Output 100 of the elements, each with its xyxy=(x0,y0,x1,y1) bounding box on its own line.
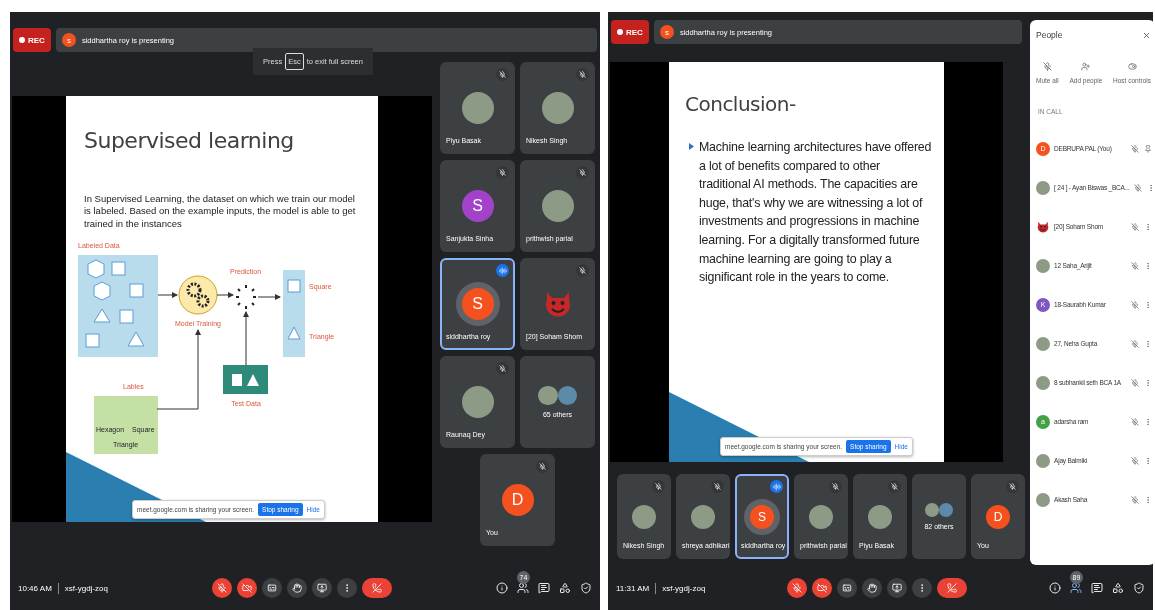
mic-off-icon xyxy=(1131,261,1139,270)
mic-off-icon xyxy=(1131,456,1139,465)
add-person-icon xyxy=(1081,62,1091,71)
mic-off-icon xyxy=(792,583,803,593)
mic-off-icon xyxy=(216,583,227,593)
phone-icon xyxy=(947,583,958,593)
photo-placeholder xyxy=(691,504,715,529)
end-call-button[interactable] xyxy=(937,578,968,598)
call-control-button[interactable] xyxy=(211,578,232,598)
hand-icon xyxy=(291,583,302,593)
people-button[interactable] xyxy=(517,582,529,594)
photo-placeholder xyxy=(868,504,892,529)
record-dot-icon xyxy=(19,37,25,43)
clock: 11:31 AM xyxy=(616,583,650,593)
call-control-button[interactable] xyxy=(286,578,307,598)
close-button[interactable] xyxy=(1142,30,1151,40)
call-control-button[interactable] xyxy=(887,578,908,598)
devil-emoji-icon xyxy=(1036,219,1050,234)
more-icon[interactable] xyxy=(1144,378,1152,387)
photo-placeholder xyxy=(924,502,939,518)
more-icon[interactable] xyxy=(1144,222,1152,231)
call-control-button[interactable] xyxy=(261,578,282,598)
mic-off-icon xyxy=(1131,144,1139,153)
photo-placeholder xyxy=(1036,336,1050,351)
more-icon[interactable] xyxy=(1144,495,1152,504)
call-control-button[interactable] xyxy=(837,578,858,598)
mic-off-icon xyxy=(1131,222,1139,231)
mic-off-icon xyxy=(1042,62,1052,71)
more-icon[interactable] xyxy=(1144,417,1152,426)
activities-button[interactable] xyxy=(559,582,571,594)
toggle-icon xyxy=(1127,62,1137,71)
chat-button[interactable] xyxy=(538,582,550,594)
more-icon[interactable] xyxy=(1144,300,1152,309)
photo-placeholder xyxy=(1036,492,1050,507)
end-call-button[interactable] xyxy=(361,578,392,598)
photo-placeholder xyxy=(538,385,558,406)
info-button[interactable] xyxy=(1049,582,1061,594)
host-controls-button[interactable] xyxy=(580,582,592,594)
photo-placeholder xyxy=(541,190,574,222)
avatar: S xyxy=(461,288,494,320)
photo-placeholder xyxy=(461,92,494,124)
info-icon xyxy=(1049,582,1061,594)
burst-drawing xyxy=(235,284,257,311)
mic-off-icon xyxy=(1131,417,1139,426)
mic-off-icon xyxy=(1131,339,1139,348)
photo-placeholder xyxy=(1036,180,1050,195)
bullet-text: Machine learning architectures have offered a lot of benefits compared to other traditional AI methods. The capacities are huge, that's why we are witnessing a lot of investments and progressions in machine learning. For a digitally transformed future machine learning are going to play a significant role in the years to come. xyxy=(699,139,932,287)
close-icon xyxy=(1142,30,1151,40)
photo-placeholder xyxy=(541,92,574,124)
call-control-button[interactable] xyxy=(336,578,357,598)
pin-icon[interactable] xyxy=(1144,144,1152,153)
call-control-button[interactable] xyxy=(236,578,257,598)
slide-title: Supervised learning xyxy=(84,128,295,153)
activities-button[interactable] xyxy=(1112,582,1124,594)
captions-icon xyxy=(266,583,277,593)
call-control-button[interactable] xyxy=(912,578,933,598)
gear-drawing xyxy=(178,275,218,315)
avatar: D xyxy=(986,504,1010,529)
rec-label: REC xyxy=(28,35,45,45)
photo-placeholder xyxy=(461,386,494,418)
call-control-button[interactable] xyxy=(787,578,808,598)
avatar: S xyxy=(461,190,494,222)
shield-icon xyxy=(580,582,592,594)
chat-icon xyxy=(1091,582,1103,594)
photo-placeholder xyxy=(809,504,833,529)
rec-label: REC xyxy=(626,27,643,37)
slide-title: Conclusion- xyxy=(685,92,797,116)
avatar: D xyxy=(501,484,534,516)
test-data-drawing xyxy=(223,365,268,395)
record-dot-icon xyxy=(617,29,623,35)
meeting-code: xsf-ygdj-zoq xyxy=(64,583,108,593)
arrow xyxy=(157,292,178,299)
mic-off-icon xyxy=(1131,378,1139,387)
call-control-button[interactable] xyxy=(862,578,883,598)
photo-placeholder xyxy=(1036,258,1050,273)
photo-placeholder xyxy=(1036,375,1050,390)
people-icon xyxy=(1070,582,1082,594)
photo-placeholder xyxy=(939,502,954,518)
people-button[interactable] xyxy=(1070,582,1082,594)
people-icon xyxy=(517,582,529,594)
call-control-button[interactable] xyxy=(812,578,833,598)
host-controls-button[interactable] xyxy=(1133,582,1145,594)
call-control-button[interactable] xyxy=(311,578,332,598)
mic-off-icon xyxy=(1131,495,1139,504)
present-icon xyxy=(892,583,903,593)
avatar: s xyxy=(61,33,76,47)
present-icon xyxy=(316,583,327,593)
photo-placeholder xyxy=(557,385,577,406)
info-button[interactable] xyxy=(496,582,508,594)
chat-button[interactable] xyxy=(1091,582,1103,594)
more-icon[interactable] xyxy=(1144,339,1152,348)
more-icon[interactable] xyxy=(1144,456,1152,465)
meeting-code: xsf-ygdj-zoq xyxy=(662,583,706,593)
phone-icon xyxy=(371,583,382,593)
more-icon[interactable] xyxy=(1144,261,1152,270)
photo-placeholder xyxy=(632,504,656,529)
camera-off-icon xyxy=(817,583,828,593)
avatar: s xyxy=(659,25,674,39)
chat-icon xyxy=(538,582,550,594)
shapes-icon xyxy=(1112,582,1124,594)
